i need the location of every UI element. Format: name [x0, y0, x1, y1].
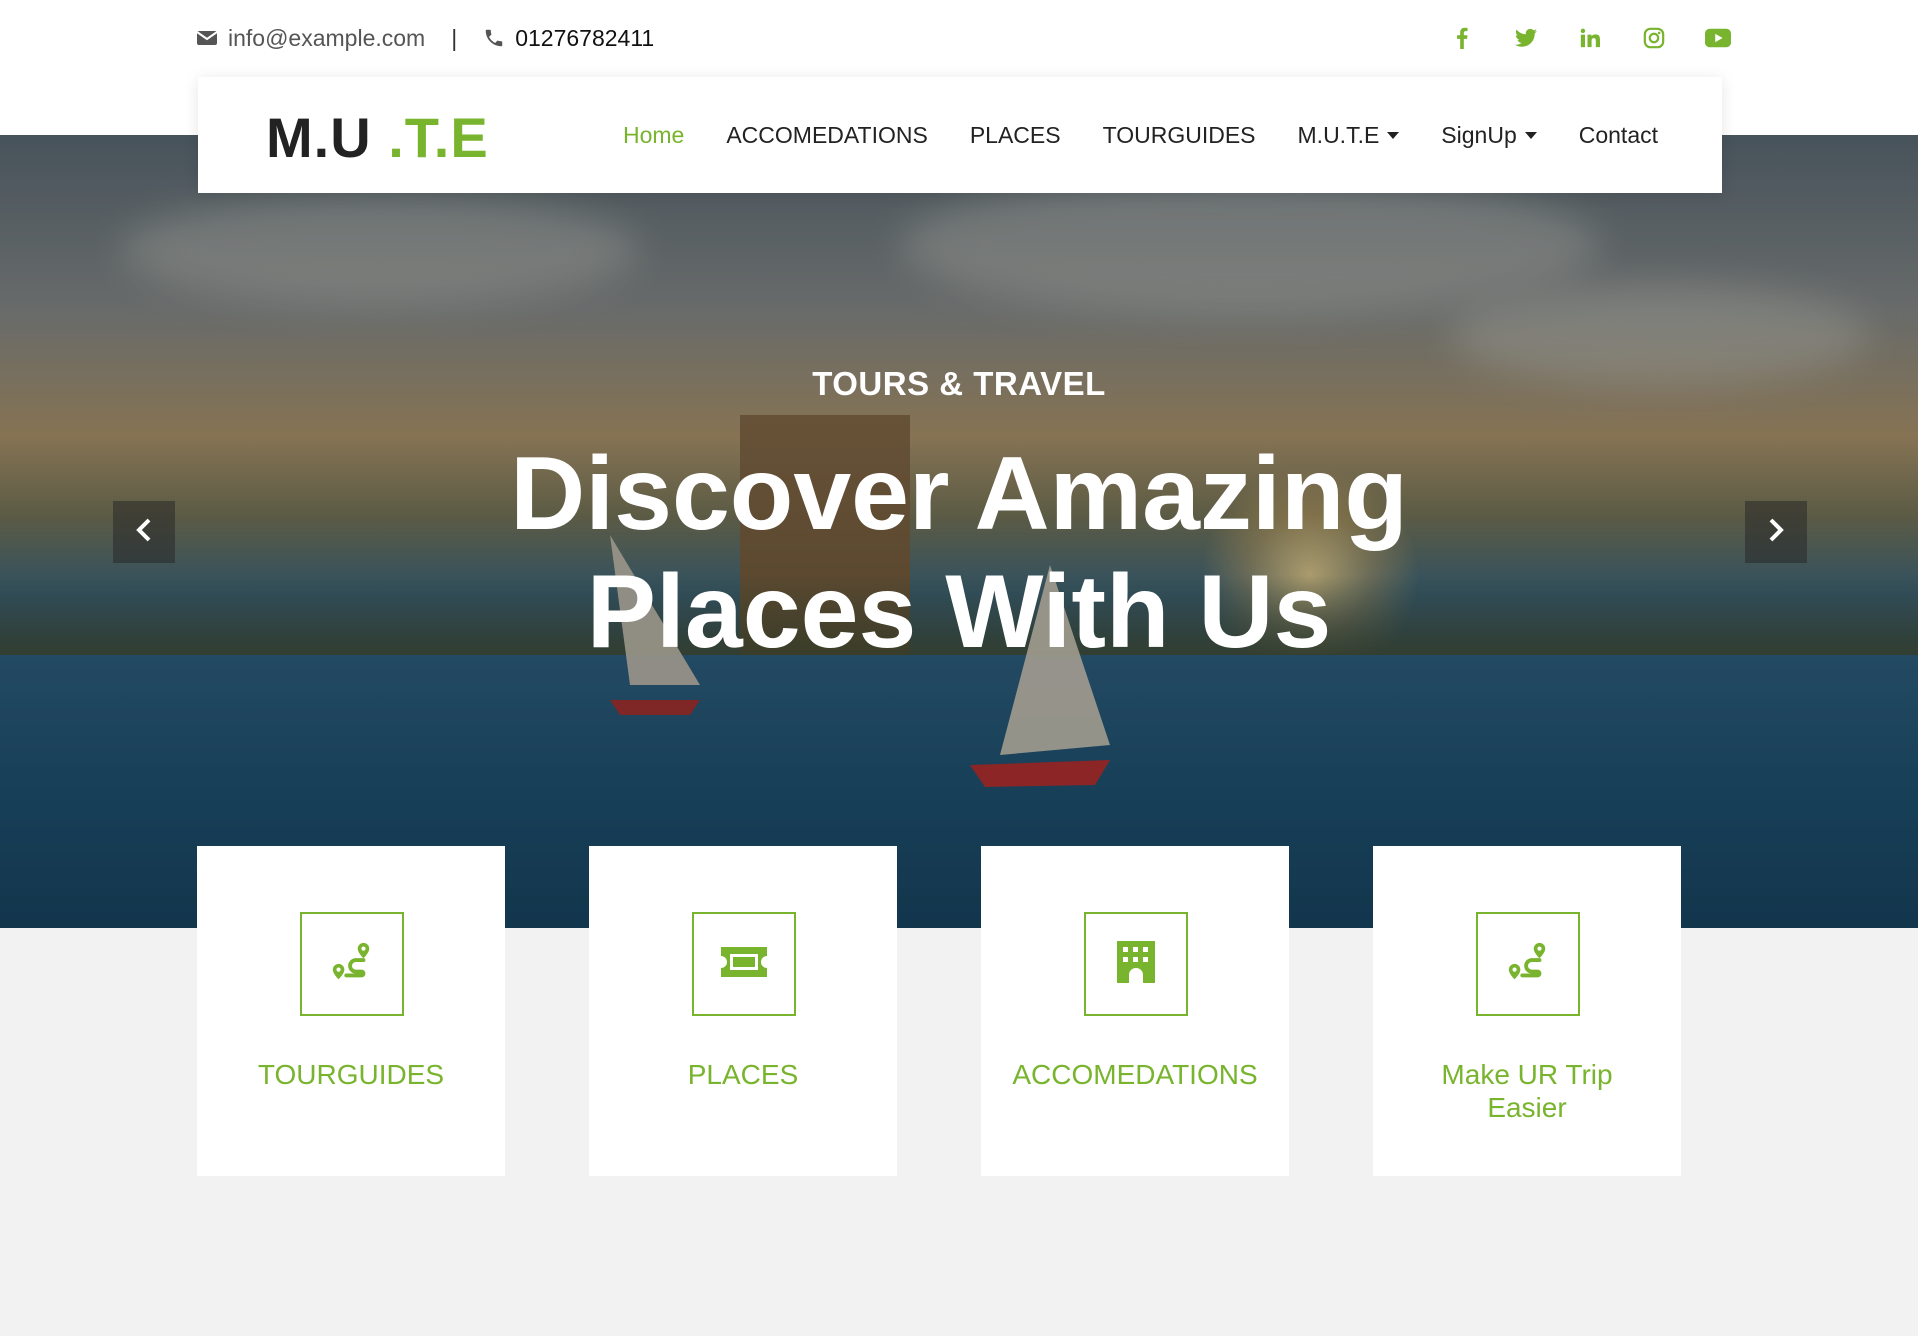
envelope-icon	[196, 29, 218, 47]
feature-label: TOURGUIDES	[257, 1059, 445, 1090]
site-logo[interactable]: M.U .T.E	[266, 105, 489, 170]
hero-headline-line1: Discover Amazing	[510, 436, 1408, 552]
nav-item-contact[interactable]: Contact	[1579, 122, 1658, 149]
nav-item-accomedations[interactable]: ACCOMEDATIONS	[726, 122, 927, 149]
feature-icon-frame	[1084, 912, 1188, 1016]
carousel-prev-button[interactable]	[113, 501, 175, 563]
nav-item-label: SignUp	[1441, 121, 1517, 148]
youtube-icon[interactable]	[1686, 22, 1750, 54]
carousel-next-button[interactable]	[1745, 501, 1807, 563]
hero-headline-line2: Places With Us	[586, 554, 1332, 670]
chevron-right-icon	[1767, 518, 1785, 547]
feature-icon-frame	[692, 912, 796, 1016]
nav-menu: Home ACCOMEDATIONS PLACES TOURGUIDES M.U…	[623, 77, 1658, 193]
social-links	[1430, 22, 1750, 54]
chevron-left-icon	[135, 518, 153, 547]
nav-item-label: ACCOMEDATIONS	[726, 121, 928, 148]
nav-item-label: PLACES	[969, 121, 1061, 148]
phone-icon	[483, 27, 505, 49]
nav-item-label: M.U.T.E	[1297, 121, 1380, 148]
feature-label: Make UR Trip Easier	[1441, 1059, 1613, 1123]
linkedin-icon[interactable]	[1558, 22, 1622, 54]
feature-card-accomedations[interactable]: ACCOMEDATIONS	[981, 846, 1289, 1176]
feature-icon-frame	[300, 912, 404, 1016]
twitter-icon[interactable]	[1494, 22, 1558, 54]
hero-headline: Discover Amazing Places With Us	[0, 435, 1918, 671]
feature-card-tourguides[interactable]: TOURGUIDES	[197, 846, 505, 1176]
hero-banner: TOURS & TRAVEL Discover Amazing Places W…	[0, 135, 1918, 928]
email-link[interactable]: info@example.com	[228, 25, 425, 52]
nav-item-tourguides[interactable]: TOURGUIDES	[1103, 122, 1256, 149]
hotel-icon	[1113, 939, 1159, 990]
caret-down-icon	[1387, 131, 1400, 139]
facebook-icon[interactable]	[1430, 22, 1494, 54]
nav-item-signup-dropdown[interactable]: SignUp	[1441, 121, 1537, 149]
logo-text-primary: M.U	[266, 106, 372, 169]
contact-separator: |	[451, 24, 458, 51]
hero-eyebrow: TOURS & TRAVEL	[812, 365, 1106, 402]
nav-item-home[interactable]: Home	[623, 122, 684, 149]
nav-item-label: TOURGUIDES	[1102, 121, 1256, 148]
feature-card-places[interactable]: PLACES	[589, 846, 897, 1176]
ticket-icon	[719, 945, 769, 984]
caret-down-icon	[1524, 131, 1537, 139]
logo-text-accent: .T.E	[371, 106, 489, 169]
nav-item-label: Contact	[1578, 121, 1658, 148]
feature-icon-frame	[1476, 912, 1580, 1016]
main-navbar: M.U .T.E Home ACCOMEDATIONS PLACES TOURG…	[198, 77, 1722, 193]
contact-info: info@example.com | 01276782411	[196, 22, 654, 54]
feature-label: PLACES	[687, 1059, 799, 1090]
nav-item-label: Home	[622, 121, 685, 148]
feature-card-make-trip-easier[interactable]: Make UR Trip Easier	[1373, 846, 1681, 1176]
nav-item-mute-dropdown[interactable]: M.U.T.E	[1298, 122, 1400, 149]
route-icon	[1505, 939, 1551, 990]
route-icon	[329, 939, 375, 990]
feature-label: ACCOMEDATIONS	[1012, 1059, 1258, 1090]
phone-number[interactable]: 01276782411	[515, 25, 654, 52]
nav-item-places[interactable]: PLACES	[970, 122, 1061, 149]
instagram-icon[interactable]	[1622, 22, 1686, 54]
